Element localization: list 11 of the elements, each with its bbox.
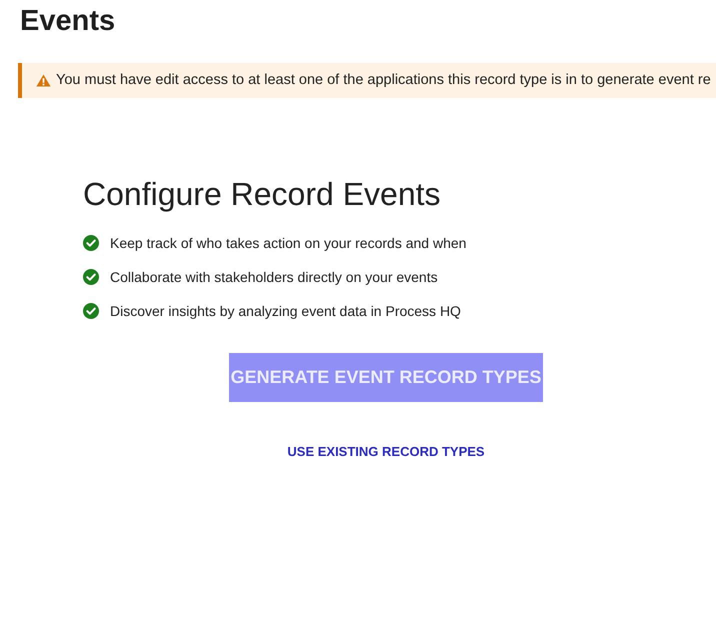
check-circle-icon	[83, 303, 99, 319]
use-existing-link[interactable]: USE EXISTING RECORD TYPES	[287, 442, 485, 462]
check-circle-icon	[83, 269, 99, 285]
warning-message: You must have edit access to at least one of the applications this record type is in to generate event re	[56, 70, 711, 90]
page-title: Events	[20, 4, 116, 39]
feature-text: Discover insights by analyzing event data in Process HQ	[110, 302, 461, 321]
warning-icon	[36, 74, 51, 87]
section-heading: Configure Record Events	[83, 175, 441, 214]
feature-text: Keep track of who takes action on your records and when	[110, 234, 466, 253]
feature-text: Collaborate with stakeholders directly on your events	[110, 268, 438, 287]
check-circle-icon	[83, 235, 99, 251]
